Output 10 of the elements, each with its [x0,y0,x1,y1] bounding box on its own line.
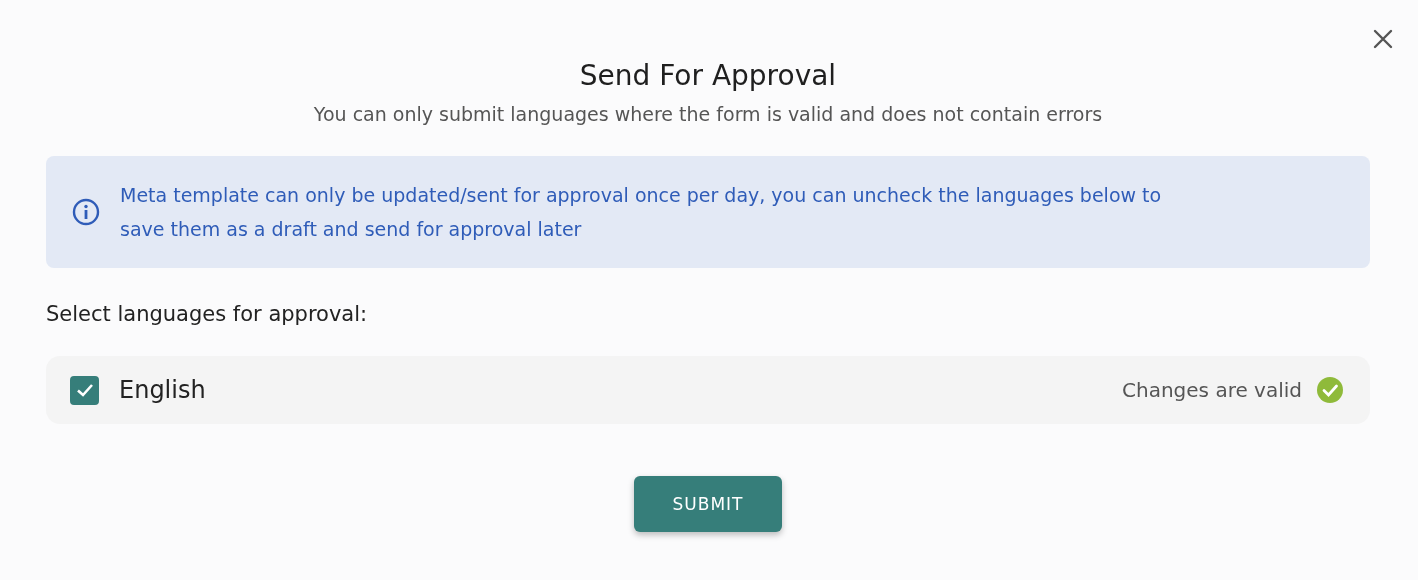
dialog-title: Send For Approval [578,58,838,94]
section-label: Select languages for approval: [46,301,369,328]
language-name: English [119,376,207,404]
info-icon [72,198,100,226]
language-checkbox[interactable] [70,375,99,405]
dialog-subtitle: You can only submit languages where the form is valid and does not contain errors [312,102,1104,127]
info-message: Meta template can only be updated/sent for approval once per day, you can uncheck the languages below to save them as a draft and send for approval later [120,183,1163,242]
close-icon [1373,29,1393,49]
submit-button[interactable]: SUBMIT [634,476,782,532]
validation-status: Changes are valid [1122,378,1302,402]
